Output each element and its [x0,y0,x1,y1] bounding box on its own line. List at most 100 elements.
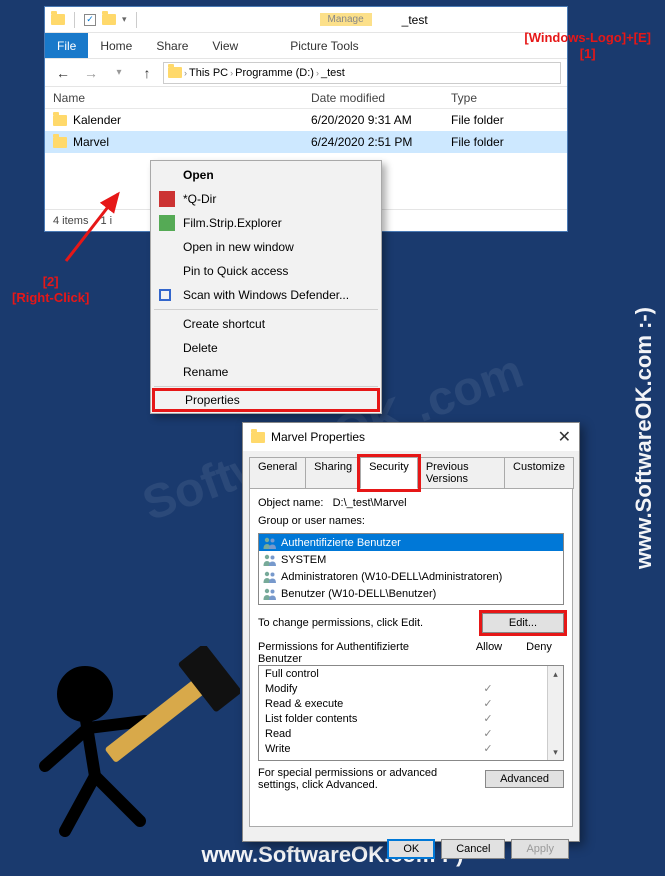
perm-label: Permissions for Authentifizierte [258,641,464,653]
breadcrumb[interactable]: › This PC › Programme (D:) › _test [163,62,561,84]
permission-name: Read & execute [265,698,465,710]
user-item[interactable]: Administratoren (W10-DELL\Administratore… [259,568,563,585]
allow-check-icon: ✓ [465,727,511,740]
nav-back-icon[interactable]: ← [51,62,75,84]
user-name: Benutzer (W10-DELL\Benutzer) [281,588,436,600]
apply-button[interactable]: Apply [511,839,569,859]
qat-checkbox-icon[interactable]: ✓ [84,14,96,26]
scroll-down-icon[interactable]: ▾ [548,744,563,760]
tab-general[interactable]: General [249,457,306,489]
properties-tabs: General Sharing Security Previous Versio… [243,451,579,489]
cancel-button[interactable]: Cancel [441,839,505,859]
menu-qdir[interactable]: *Q-Dir [153,187,379,211]
ribbon-tabs: File Home Share View Picture Tools [45,33,567,59]
folder-icon [53,137,67,148]
allow-check-icon: ✓ [465,682,511,695]
close-icon[interactable]: ✕ [558,427,571,447]
user-item[interactable]: SYSTEM [259,551,563,568]
allow-check-icon: ✓ [465,697,511,710]
user-name: Authentifizierte Benutzer [281,537,401,549]
column-headers: Name Date modified Type [45,87,567,109]
folder-icon [251,432,265,443]
breadcrumb-drive[interactable]: Programme (D:) [235,67,314,79]
ok-button[interactable]: OK [387,839,435,859]
file-name: Kalender [73,113,121,127]
menu-shortcut[interactable]: Create shortcut [153,312,379,336]
context-menu: Open *Q-Dir Film.Strip.Explorer Open in … [150,160,382,414]
perm-label: Benutzer [258,653,464,665]
col-date[interactable]: Date modified [303,91,443,105]
red-arrow-icon [56,186,136,266]
annotation-2: [2] [Right-Click] [12,274,89,305]
users-icon [263,554,277,566]
menu-properties[interactable]: Properties [152,388,380,412]
tab-share[interactable]: Share [144,33,200,58]
user-item[interactable]: Benutzer (W10-DELL\Benutzer) [259,585,563,602]
menu-delete[interactable]: Delete [153,336,379,360]
user-list[interactable]: Authentifizierte Benutzer SYSTEM Administr… [258,533,564,605]
file-row[interactable]: Marvel6/24/2020 2:51 PMFile folder [45,131,567,153]
menu-defender[interactable]: Scan with Windows Defender... [153,283,379,307]
tab-picture-tools[interactable]: Picture Tools [278,33,370,58]
qdir-icon [159,191,175,207]
tab-previous-versions[interactable]: Previous Versions [417,457,505,489]
address-bar-row: ← → ▾ ↑ › This PC › Programme (D:) › _te… [45,59,567,87]
allow-check-icon: ✓ [465,742,511,755]
user-item[interactable]: Authentifizierte Benutzer [259,534,563,551]
file-name: Marvel [73,135,109,149]
ribbon-context-group: Manage [320,13,372,26]
allow-check-icon: ✓ [465,712,511,725]
file-date: 6/24/2020 2:51 PM [303,135,443,149]
breadcrumb-folder[interactable]: _test [321,67,345,79]
tab-view[interactable]: View [200,33,250,58]
folder-icon [168,67,182,78]
properties-title: Marvel Properties [271,430,365,444]
col-type[interactable]: Type [443,91,567,105]
edit-help-text: To change permissions, click Edit. [258,617,423,629]
scrollbar[interactable]: ▴ ▾ [547,666,563,760]
file-row[interactable]: Kalender6/20/2020 9:31 AMFile folder [45,109,567,131]
edit-button[interactable]: Edit... [482,613,564,633]
shield-icon [159,289,171,301]
menu-open[interactable]: Open [153,163,379,187]
nav-forward-icon[interactable]: → [79,62,103,84]
tab-security[interactable]: Security [360,457,418,489]
menu-pin[interactable]: Pin to Quick access [153,259,379,283]
permission-row: Write✓ [259,741,563,756]
permission-row: Modify✓ [259,681,563,696]
tab-home[interactable]: Home [88,33,144,58]
folder-icon[interactable] [102,14,116,25]
folder-icon [53,115,67,126]
permission-row: Read & execute✓ [259,696,563,711]
advanced-help-text: For special permissions or advanced sett… [258,767,477,791]
tab-sharing[interactable]: Sharing [305,457,361,489]
menu-new-window[interactable]: Open in new window [153,235,379,259]
annotation-1: [Windows-Logo]+[E] [1] [524,30,651,61]
permission-name: Read [265,728,465,740]
file-date: 6/20/2020 9:31 AM [303,113,443,127]
object-name-value: D:\_test\Marvel [333,497,407,509]
scroll-up-icon[interactable]: ▴ [548,666,563,682]
users-icon [263,571,277,583]
permission-name: Full control [265,668,465,680]
qat-overflow-icon[interactable]: ▾ [122,14,127,25]
dialog-buttons: OK Cancel Apply [243,833,579,865]
group-label: Group or user names: [258,515,564,527]
permissions-list[interactable]: Full controlModify✓Read & execute✓List f… [258,665,564,761]
nav-up-icon[interactable]: ↑ [135,62,159,84]
user-name: Administratoren (W10-DELL\Administratore… [281,571,502,583]
menu-filmstrip[interactable]: Film.Strip.Explorer [153,211,379,235]
menu-rename[interactable]: Rename [153,360,379,384]
col-name[interactable]: Name [45,91,303,105]
properties-titlebar: Marvel Properties ✕ [243,423,579,451]
allow-header: Allow [464,641,514,665]
users-icon [263,588,277,600]
tab-customize[interactable]: Customize [504,457,574,489]
tab-file[interactable]: File [45,33,88,58]
properties-body: Object name: D:\_test\Marvel Group or us… [249,489,573,827]
breadcrumb-root[interactable]: This PC [189,67,228,79]
nav-recent-icon[interactable]: ▾ [107,62,131,84]
permission-row: Full control [259,666,563,681]
advanced-button[interactable]: Advanced [485,770,564,788]
permission-name: List folder contents [265,713,465,725]
